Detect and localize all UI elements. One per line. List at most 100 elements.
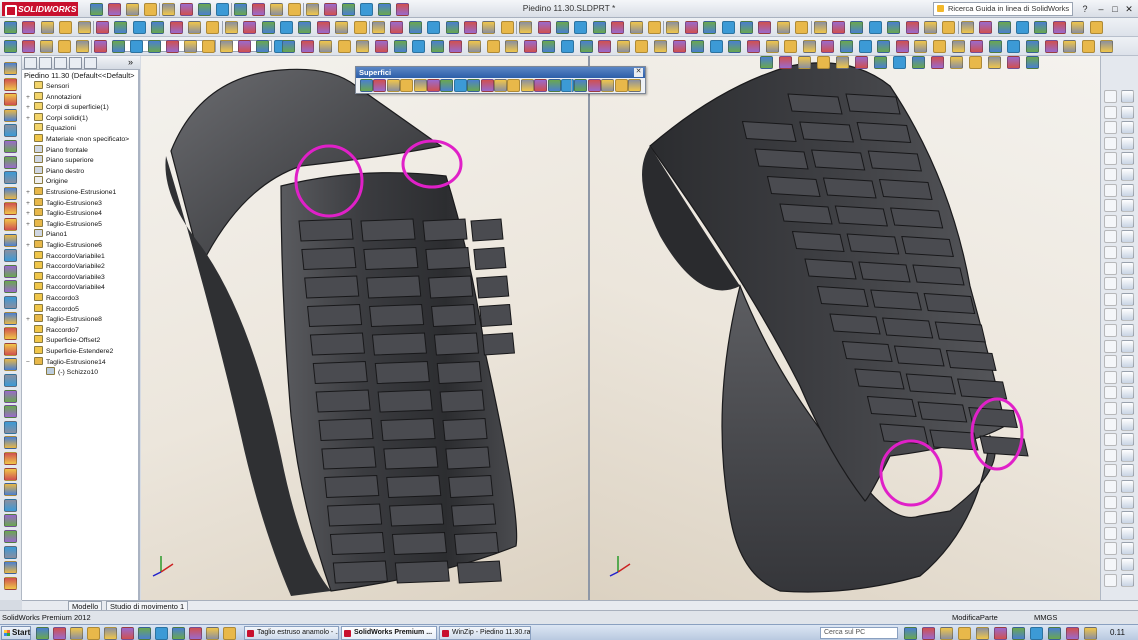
surface-tool-button[interactable]: [440, 79, 454, 92]
task-pane-button[interactable]: [1121, 199, 1134, 213]
sketch-tool-button[interactable]: [1104, 214, 1117, 228]
quick-launch-button[interactable]: [206, 627, 219, 640]
toolbar-button[interactable]: [169, 21, 183, 34]
toolbar-button[interactable]: [1081, 40, 1095, 53]
tree-item[interactable]: + Corpi solidi(1): [26, 112, 88, 123]
toolbar-button[interactable]: [445, 21, 459, 34]
toolbar-button[interactable]: [300, 40, 314, 53]
configuration-tab-icon[interactable]: [54, 57, 67, 69]
surface-tool-button[interactable]: [467, 79, 481, 92]
toolbar-button[interactable]: [1100, 40, 1114, 53]
command-button[interactable]: [4, 171, 17, 185]
task-pane-button[interactable]: [1121, 183, 1134, 197]
tree-item[interactable]: Superficie-Offset2: [26, 335, 100, 345]
tire-model-back-view[interactable]: [141, 56, 588, 600]
toolbar-button[interactable]: [184, 40, 197, 53]
task-pane-button[interactable]: [1121, 261, 1134, 275]
quick-launch-button[interactable]: [87, 627, 100, 640]
task-winzip[interactable]: WinZip - Piedino 11.30.rar: [439, 626, 531, 640]
command-button[interactable]: [4, 296, 17, 309]
view-tool-button[interactable]: [988, 56, 1001, 69]
toolbar-button[interactable]: [709, 40, 723, 53]
sketch-tool-button[interactable]: [1104, 230, 1117, 244]
sketch-tool-button[interactable]: [1104, 402, 1117, 415]
dimxpert-tab-icon[interactable]: [69, 57, 82, 69]
tray-icon[interactable]: [904, 627, 917, 640]
toolbar-button[interactable]: [282, 40, 295, 53]
toolbar-button[interactable]: [684, 21, 698, 34]
task-pane-button[interactable]: [1121, 402, 1134, 415]
command-button[interactable]: [4, 124, 17, 138]
toolbar-button[interactable]: [616, 40, 630, 53]
task-pane-button[interactable]: [1121, 542, 1134, 556]
task-browser[interactable]: Taglio estruso anamolo - ...: [244, 626, 339, 640]
toolbar-button[interactable]: [592, 21, 606, 34]
toolbar-button[interactable]: [353, 21, 367, 34]
tray-icon[interactable]: [1030, 627, 1043, 640]
command-button[interactable]: [4, 342, 17, 356]
surface-tool-button[interactable]: [400, 79, 414, 92]
task-pane-button[interactable]: [1121, 386, 1134, 400]
view-tool-button[interactable]: [1026, 56, 1039, 69]
sketch-tool-button[interactable]: [1104, 417, 1117, 431]
tree-item[interactable]: + Corpi di superficie(1): [26, 102, 109, 112]
task-pane-button[interactable]: [1121, 355, 1134, 369]
tree-root-part[interactable]: Piedino 11.30 (Default<<Default>: [24, 71, 140, 80]
toolbar-button[interactable]: [747, 40, 760, 53]
surface-tool-button[interactable]: [373, 79, 387, 92]
sketch-tool-button[interactable]: [1104, 136, 1117, 150]
toolbar-button[interactable]: [523, 40, 537, 53]
toolbar-button[interactable]: [784, 40, 798, 53]
task-pane-button[interactable]: [1121, 292, 1134, 306]
taskbar-search-input[interactable]: Cerca sul PC: [820, 627, 898, 639]
toolbar-button[interactable]: [94, 40, 107, 53]
tree-item[interactable]: Piano destro: [26, 165, 84, 176]
toolbar-button[interactable]: [372, 21, 385, 34]
toolbar-button[interactable]: [132, 21, 146, 34]
tire-model-front-view[interactable]: [590, 56, 1100, 600]
task-pane-button[interactable]: [1121, 136, 1134, 150]
toolbar-button[interactable]: [202, 40, 215, 53]
view-tool-button[interactable]: [836, 56, 849, 69]
tree-item[interactable]: Equazioni: [26, 123, 76, 133]
toolbar-button[interactable]: [356, 40, 370, 53]
close-button[interactable]: ✕: [1122, 3, 1136, 15]
surface-tool-button[interactable]: [520, 79, 534, 92]
toolbar-button[interactable]: [4, 21, 17, 34]
toolbar-button[interactable]: [1026, 40, 1039, 53]
toolbar-button[interactable]: [449, 40, 463, 53]
quick-launch-button[interactable]: [53, 627, 66, 640]
sketch-tool-button[interactable]: [1104, 152, 1117, 166]
sketch-tool-button[interactable]: [1104, 199, 1117, 213]
command-button[interactable]: [4, 436, 17, 450]
toolbar-button[interactable]: [188, 21, 201, 34]
sketch-tool-button[interactable]: [1104, 386, 1117, 400]
surface-tool-button[interactable]: [601, 79, 615, 92]
toolbar-button[interactable]: [942, 21, 956, 34]
tray-icon[interactable]: [940, 627, 953, 640]
feature-tree-tab-icon[interactable]: [24, 57, 37, 69]
tree-item[interactable]: RaccordoVariabile2: [26, 261, 105, 271]
quick-launch-button[interactable]: [189, 627, 202, 640]
expand-toggle-icon[interactable]: +: [26, 188, 34, 198]
task-pane-button[interactable]: [1121, 558, 1134, 571]
expand-toggle-icon[interactable]: +: [26, 93, 34, 103]
sketch-tool-button[interactable]: [1104, 480, 1117, 493]
view-tool-button[interactable]: [779, 56, 792, 69]
view-tool-button[interactable]: [912, 56, 925, 69]
toolbar-button[interactable]: [887, 21, 901, 34]
task-pane-button[interactable]: [1121, 246, 1134, 259]
task-pane-button[interactable]: [1121, 417, 1134, 431]
toolbar-button[interactable]: [59, 21, 73, 34]
tree-item[interactable]: + Taglio-Estrusione6: [26, 240, 102, 250]
sketch-tool-button[interactable]: [1104, 121, 1117, 135]
command-button[interactable]: [4, 62, 17, 75]
toolbar-button[interactable]: [1016, 21, 1029, 34]
surface-tool-button[interactable]: [453, 79, 467, 92]
toolbar-button[interactable]: [997, 21, 1011, 34]
command-button[interactable]: [4, 186, 17, 200]
quick-launch-button[interactable]: [155, 627, 168, 640]
sketch-tool-button[interactable]: [1104, 495, 1117, 509]
toolbar-button[interactable]: [850, 21, 864, 34]
toolbar-button[interactable]: [635, 40, 649, 53]
